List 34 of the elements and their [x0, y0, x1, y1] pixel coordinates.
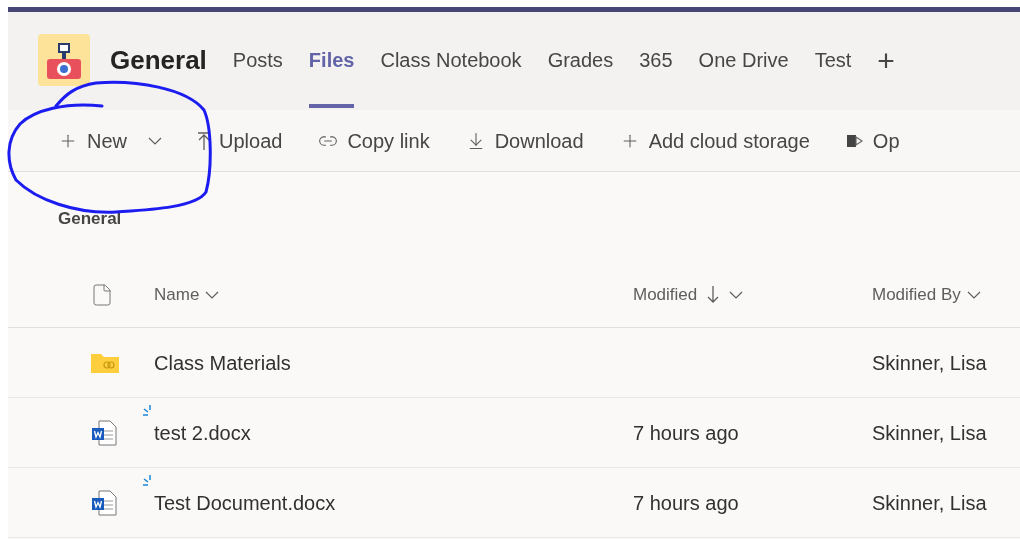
toolbar-button[interactable]: Op	[845, 125, 900, 156]
chevron-down-icon	[966, 290, 981, 299]
tab[interactable]: Posts	[232, 12, 283, 108]
tab[interactable]: Test	[814, 12, 852, 108]
column-header[interactable]: Modified	[633, 281, 698, 308]
camera-icon	[38, 34, 90, 86]
breadcrumb: General	[58, 209, 122, 228]
modified-time: 7 hours ago	[633, 491, 739, 514]
column-header[interactable]: Name	[154, 281, 200, 308]
chevron-down-icon	[205, 290, 220, 299]
modified-by: Skinner, Lisa	[872, 490, 987, 516]
modified-time: 7 hours ago	[633, 421, 739, 444]
word-document-icon	[90, 418, 118, 447]
toolbar-button[interactable]: Upload	[198, 125, 283, 156]
toolbar-button[interactable]: New	[58, 125, 162, 156]
channel-title: General	[110, 43, 207, 77]
tab[interactable]: One Drive	[698, 12, 789, 108]
modified-by: Skinner, Lisa	[872, 350, 987, 376]
tab[interactable]: Grades	[547, 12, 614, 108]
add-tab-button[interactable]: +	[877, 12, 895, 108]
tab[interactable]: Class Notebook	[380, 12, 522, 108]
chevron-down-icon	[729, 290, 744, 299]
modified-by: Skinner, Lisa	[872, 420, 987, 446]
word-document-icon	[90, 488, 118, 517]
toolbar-button[interactable]: Copy link	[318, 125, 430, 156]
column-header[interactable]: Modified By	[872, 281, 961, 308]
chevron-down-icon	[148, 136, 162, 145]
file-name[interactable]: test 2.docx	[154, 417, 251, 448]
tab[interactable]: 365	[639, 12, 673, 108]
file-name[interactable]: Class Materials	[154, 347, 291, 378]
upload-icon	[198, 131, 210, 150]
toolbar-button[interactable]: Add cloud storage	[619, 125, 810, 156]
file-name[interactable]: Test Document.docx	[154, 487, 336, 518]
toolbar-button[interactable]: Download	[465, 125, 584, 156]
